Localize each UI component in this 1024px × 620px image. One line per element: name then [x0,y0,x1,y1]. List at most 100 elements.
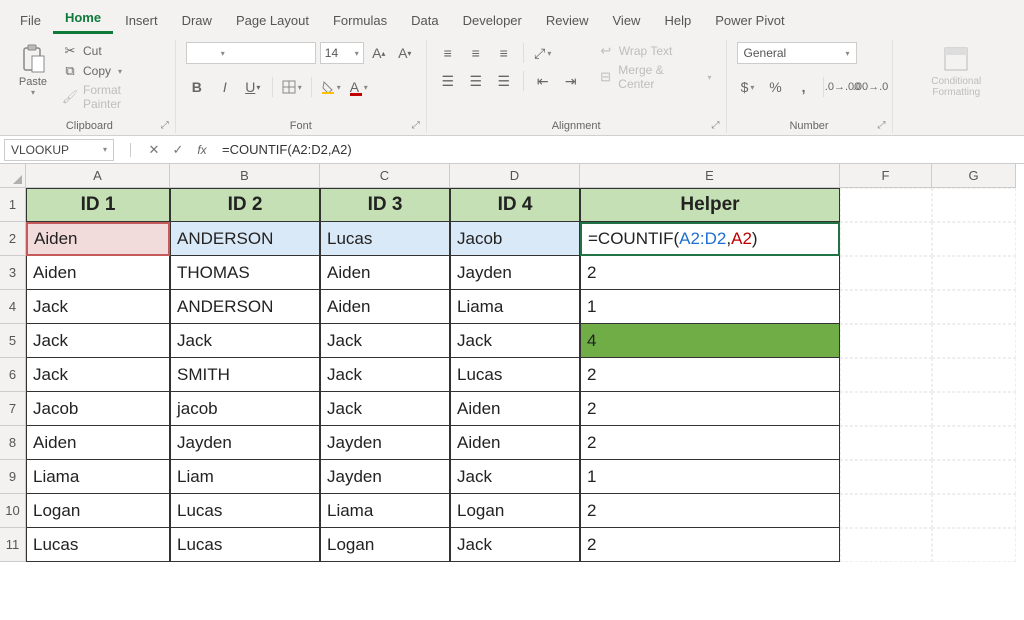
cell-B6[interactable]: SMITH [170,358,320,392]
cell-C2[interactable]: Lucas [320,222,450,256]
dialog-launcher-icon[interactable]: ⤢ [161,120,169,131]
cell-B11[interactable]: Lucas [170,528,320,562]
row-header-1[interactable]: 1 [0,188,26,222]
cell-C9[interactable]: Jayden [320,460,450,494]
decrease-font-button[interactable]: A▾ [394,42,416,64]
copy-button[interactable]: ⧉Copy▾ [58,62,165,80]
cell-D7[interactable]: Aiden [450,392,580,426]
increase-indent-button[interactable]: ⇥ [560,70,582,92]
row-header-3[interactable]: 3 [0,256,26,290]
cell-G4[interactable] [932,290,1016,324]
percent-format-button[interactable]: % [765,76,787,98]
cell-E5[interactable]: 4 [580,324,840,358]
header-cell-A[interactable]: ID 1 [26,188,170,222]
col-header-B[interactable]: B [170,164,320,188]
cell-A9[interactable]: Liama [26,460,170,494]
header-cell-E[interactable]: Helper [580,188,840,222]
tab-help[interactable]: Help [652,7,703,34]
col-header-A[interactable]: A [26,164,170,188]
merge-center-button[interactable]: ⊟Merge & Center▾ [594,62,716,92]
cell-A2[interactable]: Aiden [26,222,170,256]
cell-F9[interactable] [840,460,932,494]
cell-F4[interactable] [840,290,932,324]
cell-E7[interactable]: 2 [580,392,840,426]
cell-G1[interactable] [932,188,1016,222]
cell-B5[interactable]: Jack [170,324,320,358]
cell-G6[interactable] [932,358,1016,392]
tab-page-layout[interactable]: Page Layout [224,7,321,34]
cell-B9[interactable]: Liam [170,460,320,494]
cell-F5[interactable] [840,324,932,358]
cell-A10[interactable]: Logan [26,494,170,528]
font-family-select[interactable]: ▾ [186,42,316,64]
comma-format-button[interactable]: , [793,76,815,98]
cell-G3[interactable] [932,256,1016,290]
increase-font-button[interactable]: A▴ [368,42,390,64]
header-cell-B[interactable]: ID 2 [170,188,320,222]
align-right-button[interactable]: ☰ [493,70,515,92]
tab-power-pivot[interactable]: Power Pivot [703,7,796,34]
bold-button[interactable]: B [186,76,208,98]
cell-F6[interactable] [840,358,932,392]
cell-A3[interactable]: Aiden [26,256,170,290]
cell-E9[interactable]: 1 [580,460,840,494]
cell-C5[interactable]: Jack [320,324,450,358]
align-top-button[interactable]: ≡ [437,42,459,64]
accept-formula-button[interactable]: ✓ [166,139,190,161]
cell-A8[interactable]: Aiden [26,426,170,460]
tab-review[interactable]: Review [534,7,601,34]
cell-D6[interactable]: Lucas [450,358,580,392]
cell-F3[interactable] [840,256,932,290]
select-all-corner[interactable] [0,164,26,188]
format-painter-button[interactable]: 🖌Format Painter [58,82,165,112]
row-header-11[interactable]: 11 [0,528,26,562]
cell-G11[interactable] [932,528,1016,562]
cell-C11[interactable]: Logan [320,528,450,562]
row-header-4[interactable]: 4 [0,290,26,324]
underline-button[interactable]: U▾ [242,76,264,98]
col-header-E[interactable]: E [580,164,840,188]
cell-C3[interactable]: Aiden [320,256,450,290]
number-format-select[interactable]: General▾ [737,42,857,64]
name-box[interactable]: VLOOKUP▾ [4,139,114,161]
cell-B10[interactable]: Lucas [170,494,320,528]
cell-F11[interactable] [840,528,932,562]
cancel-formula-button[interactable]: ✕ [142,139,166,161]
cell-B7[interactable]: jacob [170,392,320,426]
header-cell-D[interactable]: ID 4 [450,188,580,222]
cell-A7[interactable]: Jacob [26,392,170,426]
row-header-6[interactable]: 6 [0,358,26,392]
col-header-G[interactable]: G [932,164,1016,188]
decrease-decimal-button[interactable]: .00→.0 [860,76,882,98]
tab-formulas[interactable]: Formulas [321,7,399,34]
cell-C4[interactable]: Aiden [320,290,450,324]
italic-button[interactable]: I [214,76,236,98]
tab-home[interactable]: Home [53,4,113,34]
cell-D9[interactable]: Jack [450,460,580,494]
border-button[interactable] [281,76,303,98]
cut-button[interactable]: ✂Cut [58,42,165,60]
row-header-10[interactable]: 10 [0,494,26,528]
header-cell-C[interactable]: ID 3 [320,188,450,222]
increase-decimal-button[interactable]: .0→.00 [832,76,854,98]
decrease-indent-button[interactable]: ⇤ [532,70,554,92]
cell-C8[interactable]: Jayden [320,426,450,460]
cell-B4[interactable]: ANDERSON [170,290,320,324]
cell-G2[interactable] [932,222,1016,256]
align-center-button[interactable]: ☰ [465,70,487,92]
row-header-9[interactable]: 9 [0,460,26,494]
cell-C7[interactable]: Jack [320,392,450,426]
dialog-launcher-icon[interactable]: ⤢ [712,120,720,131]
cell-D2[interactable]: Jacob [450,222,580,256]
tab-insert[interactable]: Insert [113,7,170,34]
col-header-F[interactable]: F [840,164,932,188]
align-bottom-button[interactable]: ≡ [493,42,515,64]
cell-G7[interactable] [932,392,1016,426]
cell-G8[interactable] [932,426,1016,460]
cell-E3[interactable]: 2 [580,256,840,290]
cell-B8[interactable]: Jayden [170,426,320,460]
cell-C6[interactable]: Jack [320,358,450,392]
cell-D4[interactable]: Liama [450,290,580,324]
font-size-select[interactable]: 14▾ [320,42,364,64]
font-color-button[interactable]: A [348,76,370,98]
